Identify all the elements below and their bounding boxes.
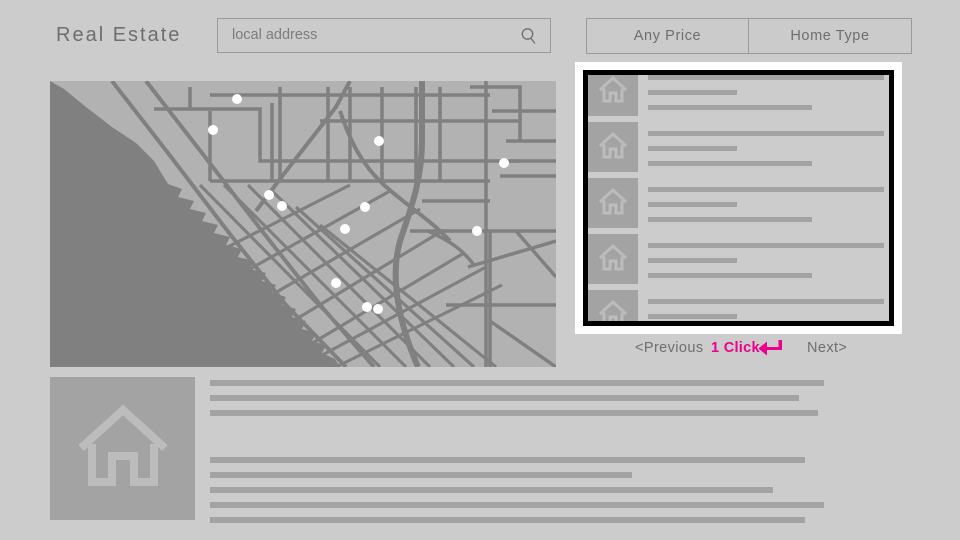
detail-paragraph-secondary [210, 457, 850, 532]
map-marker[interactable] [208, 125, 218, 135]
filter-home-type[interactable]: Home Type [748, 18, 912, 54]
filter-any-price-label: Any Price [633, 28, 702, 44]
map-marker[interactable] [331, 278, 341, 288]
listings-list[interactable] [588, 75, 889, 321]
detail-text-line [210, 517, 806, 523]
listings-panel-highlight [575, 62, 902, 334]
listing-text-line [648, 258, 738, 263]
house-icon [597, 299, 629, 321]
listing-text-lines [648, 234, 889, 278]
detail-text-line [210, 487, 774, 493]
map-marker[interactable] [277, 201, 287, 211]
listing-row[interactable] [588, 122, 889, 178]
listing-thumbnail[interactable] [588, 178, 638, 228]
listing-thumbnail[interactable] [588, 290, 638, 321]
map-panel[interactable] [50, 81, 556, 367]
house-icon [597, 243, 629, 276]
listing-row[interactable] [588, 178, 889, 234]
map-marker[interactable] [232, 94, 242, 104]
listing-text-line [648, 243, 885, 248]
detail-text-line [210, 410, 818, 416]
listing-text-line [648, 314, 738, 319]
detail-text-line [210, 472, 633, 478]
click-annotation-label: 1 Click [711, 340, 760, 356]
detail-paragraph-primary [210, 380, 850, 425]
listing-text-line [648, 90, 738, 95]
map-marker[interactable] [362, 302, 372, 312]
listing-text-line [648, 202, 738, 207]
map-marker[interactable] [374, 136, 384, 146]
previous-page-link[interactable]: <Previous [635, 340, 703, 356]
house-icon [75, 404, 171, 493]
map-marker[interactable] [340, 224, 350, 234]
listing-text-line [648, 299, 885, 304]
detail-text-line [210, 380, 825, 386]
filter-home-type-label: Home Type [790, 28, 870, 44]
house-icon [597, 187, 629, 220]
pagination: <Previous 1 Click Next> [575, 338, 902, 362]
search-box[interactable] [217, 18, 551, 53]
listing-text-lines [648, 178, 889, 222]
filter-any-price[interactable]: Any Price [586, 18, 749, 54]
listing-text-line [648, 75, 885, 80]
listing-row[interactable] [588, 75, 889, 122]
listing-text-lines [648, 290, 889, 321]
listing-thumbnail[interactable] [588, 122, 638, 172]
listing-thumbnail[interactable] [588, 234, 638, 284]
search-icon[interactable] [520, 27, 538, 45]
house-icon [597, 75, 629, 108]
map-marker[interactable] [360, 202, 370, 212]
listing-row[interactable] [588, 290, 889, 321]
listing-text-lines [648, 122, 889, 166]
listing-text-line [648, 105, 812, 110]
detail-text-line [210, 395, 799, 401]
listing-text-line [648, 146, 738, 151]
listing-text-line [648, 217, 812, 222]
listing-text-line [648, 131, 885, 136]
listing-text-line [648, 187, 885, 192]
map-marker[interactable] [472, 226, 482, 236]
map-marker[interactable] [264, 190, 274, 200]
map-canvas[interactable] [50, 81, 556, 367]
map-marker[interactable] [499, 158, 509, 168]
listings-panel[interactable] [583, 70, 894, 326]
detail-text-line [210, 457, 806, 463]
map-marker[interactable] [373, 304, 383, 314]
app-header: Real Estate Any Price Home Type [0, 0, 960, 70]
listing-text-lines [648, 75, 889, 110]
detail-text-line [210, 502, 825, 508]
listing-text-line [648, 273, 812, 278]
listing-thumbnail[interactable] [588, 75, 638, 116]
listing-row[interactable] [588, 234, 889, 290]
detail-thumbnail[interactable] [50, 377, 195, 520]
listing-text-line [648, 161, 812, 166]
page-title: Real Estate [56, 24, 182, 46]
enter-arrow-left-icon [758, 339, 783, 359]
house-icon [597, 131, 629, 164]
next-page-link[interactable]: Next> [807, 340, 847, 356]
search-input[interactable] [232, 19, 512, 52]
